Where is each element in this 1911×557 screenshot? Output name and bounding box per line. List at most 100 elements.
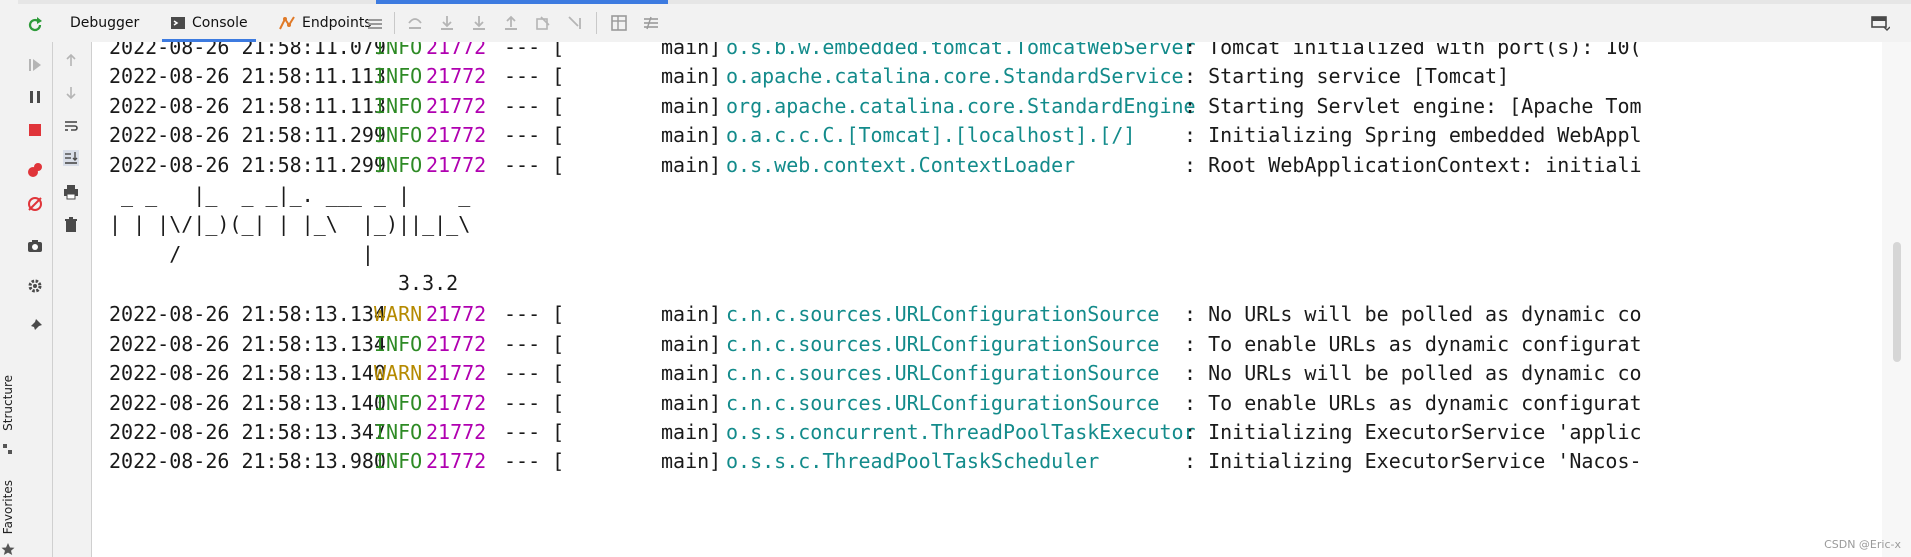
log-pid: 21772 bbox=[426, 302, 487, 326]
watermark: CSDN @Eric-x bbox=[1824, 538, 1901, 551]
endpoints-icon bbox=[279, 16, 295, 30]
layout-settings-icon[interactable] bbox=[1870, 14, 1890, 32]
log-logger[interactable]: o.a.c.c.C.[Tomcat].[localhost].[/] bbox=[726, 120, 1135, 150]
log-timestamp: 2022-08-26 21:58:13.134 bbox=[109, 302, 386, 326]
view-breakpoints-icon[interactable] bbox=[27, 162, 43, 178]
pause-icon[interactable] bbox=[27, 89, 43, 105]
log-line: 2022-08-26 21:58:13.140 WARN 21772 --- [mai… bbox=[109, 358, 1882, 388]
up-arrow-icon[interactable] bbox=[63, 52, 79, 68]
down-arrow-icon[interactable] bbox=[63, 85, 79, 101]
step-over-icon[interactable] bbox=[406, 14, 424, 32]
threads-menu-icon[interactable] bbox=[366, 16, 384, 32]
banner-text: | | |\/|_)(_| | |_\ |_)||_|_\ bbox=[109, 212, 471, 236]
favorites-tab[interactable]: Favorites bbox=[1, 480, 17, 534]
log-message: : To enable URLs as dynamic configurat bbox=[1184, 391, 1642, 415]
run-to-cursor-icon[interactable] bbox=[566, 14, 584, 32]
camera-icon[interactable] bbox=[27, 238, 43, 254]
structure-tab[interactable]: Structure bbox=[1, 375, 17, 431]
log-separator: --- [ bbox=[504, 64, 565, 88]
vertical-scrollbar[interactable] bbox=[1882, 42, 1911, 557]
log-pid: 21772 bbox=[426, 153, 487, 177]
log-message: : To enable URLs as dynamic configurat bbox=[1184, 332, 1642, 356]
log-separator: --- [ bbox=[504, 42, 565, 59]
tab-console[interactable]: Console bbox=[162, 4, 256, 42]
log-timestamp: 2022-08-26 21:58:13.347 bbox=[109, 420, 386, 444]
log-separator: --- [ bbox=[504, 391, 565, 415]
log-separator: --- [ bbox=[504, 123, 565, 147]
log-thread: main] bbox=[661, 391, 722, 415]
log-message: : Initializing ExecutorService 'applic bbox=[1184, 420, 1642, 444]
banner-line: / | bbox=[109, 239, 1882, 269]
log-timestamp: 2022-08-26 21:58:11.299 bbox=[109, 123, 386, 147]
trace-stream-icon[interactable] bbox=[642, 14, 660, 32]
log-pid: 21772 bbox=[426, 361, 487, 385]
log-logger[interactable]: c.n.c.sources.URLConfigurationSource bbox=[726, 388, 1159, 418]
log-timestamp: 2022-08-26 21:58:11.079 bbox=[109, 42, 386, 59]
toolbar-separator bbox=[394, 12, 395, 34]
log-pid: 21772 bbox=[426, 332, 487, 356]
log-separator: --- [ bbox=[504, 420, 565, 444]
side-tool-strip: Structure Favorites bbox=[0, 0, 19, 557]
gear-icon[interactable] bbox=[27, 278, 43, 294]
banner-text: _ _ |_ _ _|_. ___ _ | _ bbox=[109, 183, 471, 207]
step-into-icon[interactable] bbox=[438, 14, 456, 32]
pin-icon[interactable] bbox=[27, 318, 43, 334]
log-line: 2022-08-26 21:58:13.134 WARN 21772 --- [mai… bbox=[109, 299, 1882, 329]
scrollbar-thumb[interactable] bbox=[1893, 242, 1901, 362]
log-logger[interactable]: o.apache.catalina.core.StandardService bbox=[726, 61, 1184, 91]
log-timestamp: 2022-08-26 21:58:13.134 bbox=[109, 332, 386, 356]
tab-debugger[interactable]: Debugger bbox=[62, 4, 147, 42]
force-step-into-icon[interactable] bbox=[470, 14, 488, 32]
step-out-icon[interactable] bbox=[502, 14, 520, 32]
log-logger[interactable]: o.s.b.w.embedded.tomcat.TomcatWebServer bbox=[726, 42, 1196, 62]
log-line: 2022-08-26 21:58:13.134 INFO 21772 --- [mai… bbox=[109, 329, 1882, 359]
log-separator: --- [ bbox=[504, 332, 565, 356]
log-timestamp: 2022-08-26 21:58:13.140 bbox=[109, 391, 386, 415]
log-separator: --- [ bbox=[504, 94, 565, 118]
log-logger[interactable]: o.s.web.context.ContextLoader bbox=[726, 150, 1075, 180]
stop-icon[interactable] bbox=[27, 122, 43, 138]
rerun-icon[interactable] bbox=[26, 16, 44, 34]
clear-all-icon[interactable] bbox=[63, 217, 79, 233]
star-icon bbox=[1, 543, 15, 555]
log-level: INFO bbox=[374, 42, 423, 59]
log-message: : Root WebApplicationContext: initiali bbox=[1184, 153, 1642, 177]
soft-wrap-icon[interactable] bbox=[63, 118, 79, 134]
log-message: : Initializing Spring embedded WebAppl bbox=[1184, 123, 1642, 147]
log-thread: main] bbox=[661, 42, 722, 59]
tab-endpoints[interactable]: Endpoints bbox=[270, 4, 380, 42]
log-message: : Starting Servlet engine: [Apache Tom bbox=[1184, 94, 1642, 118]
scroll-to-end-icon[interactable] bbox=[63, 150, 79, 166]
banner-line: 3.3.2 bbox=[109, 268, 1882, 298]
log-logger[interactable]: c.n.c.sources.URLConfigurationSource bbox=[726, 329, 1159, 359]
drop-frame-icon[interactable] bbox=[534, 14, 552, 32]
log-line: 2022-08-26 21:58:11.113 INFO 21772 --- [mai… bbox=[109, 61, 1882, 91]
log-thread: main] bbox=[661, 449, 722, 473]
log-timestamp: 2022-08-26 21:58:11.113 bbox=[109, 64, 386, 88]
banner-text: / | bbox=[109, 242, 374, 266]
log-logger[interactable]: org.apache.catalina.core.StandardEngine bbox=[726, 91, 1196, 121]
banner-line: _ _ |_ _ _|_. ___ _ | _ bbox=[109, 180, 1882, 210]
console-output[interactable]: 2022-08-26 21:58:11.079 INFO 21772 --- [mai… bbox=[92, 42, 1882, 557]
log-logger[interactable]: o.s.s.concurrent.ThreadPoolTaskExecutor bbox=[726, 417, 1196, 447]
log-pid: 21772 bbox=[426, 123, 487, 147]
log-message: : Initializing ExecutorService 'Nacos- bbox=[1184, 449, 1642, 473]
resume-icon[interactable] bbox=[27, 57, 43, 73]
mute-breakpoints-icon[interactable] bbox=[27, 196, 43, 212]
log-level: INFO bbox=[374, 153, 423, 177]
log-pid: 21772 bbox=[426, 391, 487, 415]
log-line: 2022-08-26 21:58:13.140 INFO 21772 --- [mai… bbox=[109, 388, 1882, 418]
log-separator: --- [ bbox=[504, 449, 565, 473]
log-logger[interactable]: c.n.c.sources.URLConfigurationSource bbox=[726, 358, 1159, 388]
log-logger[interactable]: c.n.c.sources.URLConfigurationSource bbox=[726, 299, 1159, 329]
print-icon[interactable] bbox=[63, 184, 79, 200]
log-logger[interactable]: o.s.s.c.ThreadPoolTaskScheduler bbox=[726, 446, 1099, 476]
banner-text: 3.3.2 bbox=[109, 271, 459, 295]
log-thread: main] bbox=[661, 361, 722, 385]
log-pid: 21772 bbox=[426, 449, 487, 473]
console-toolbar: Debugger Console Endpoints bbox=[18, 0, 1911, 43]
evaluate-expression-icon[interactable] bbox=[610, 14, 628, 32]
log-timestamp: 2022-08-26 21:58:13.980 bbox=[109, 449, 386, 473]
log-separator: --- [ bbox=[504, 302, 565, 326]
log-thread: main] bbox=[661, 64, 722, 88]
